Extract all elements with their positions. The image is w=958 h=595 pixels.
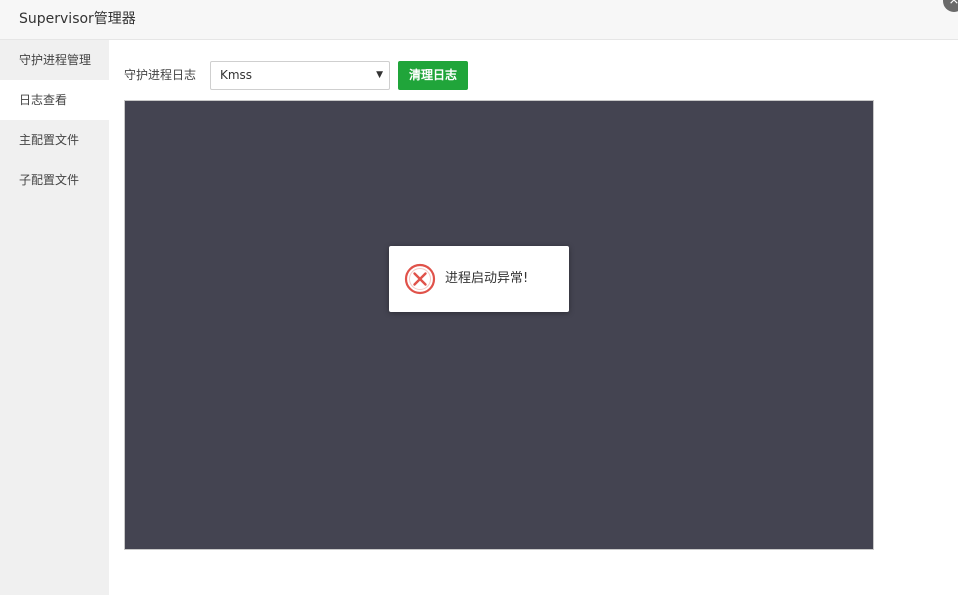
daemon-log-label: 守护进程日志 — [124, 68, 197, 82]
process-select-value: Kmss — [220, 68, 253, 82]
close-icon: × — [948, 0, 958, 8]
sidebar-item-process-management[interactable]: 守护进程管理 — [0, 40, 109, 80]
process-select[interactable]: Kmss ▼ — [210, 61, 390, 90]
sidebar-item-label: 守护进程管理 — [19, 53, 92, 67]
sidebar-item-main-config[interactable]: 主配置文件 — [0, 120, 109, 160]
error-toast: 进程启动异常! — [389, 246, 569, 312]
clear-log-button[interactable]: 清理日志 — [398, 61, 468, 90]
toast-message: 进程启动异常! — [445, 271, 529, 286]
sidebar-item-sub-config[interactable]: 子配置文件 — [0, 160, 109, 200]
sidebar-item-log-view[interactable]: 日志查看 — [0, 80, 109, 120]
log-output-panel[interactable] — [124, 100, 874, 550]
sidebar-item-label: 子配置文件 — [19, 173, 80, 187]
window-title: Supervisor管理器 — [19, 11, 136, 27]
dropdown-arrow-icon: ▼ — [376, 70, 383, 80]
sidebar-item-label: 日志查看 — [19, 93, 68, 107]
sidebar-item-label: 主配置文件 — [19, 133, 80, 147]
supervisor-window: Supervisor管理器 × 守护进程管理 日志查看 主配置文件 子配置文件 … — [0, 0, 958, 595]
error-circle-icon — [404, 263, 436, 295]
sidebar: 守护进程管理 日志查看 主配置文件 子配置文件 — [0, 40, 109, 595]
title-bar: Supervisor管理器 — [0, 0, 958, 40]
